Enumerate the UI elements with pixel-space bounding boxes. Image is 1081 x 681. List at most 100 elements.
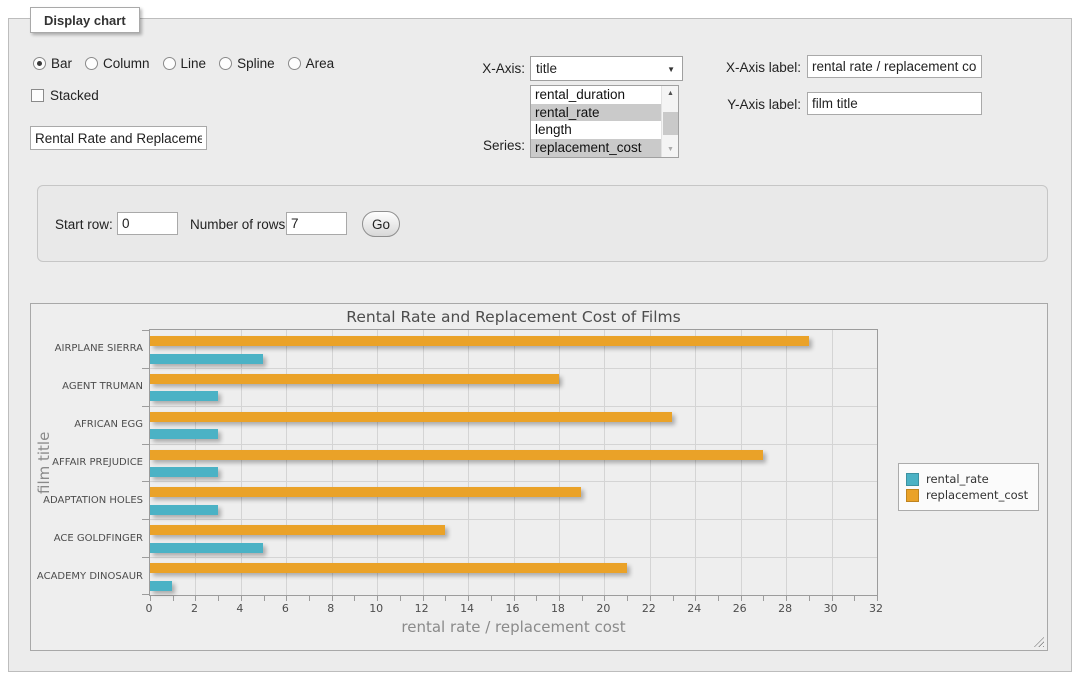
gridline bbox=[559, 330, 560, 595]
y-axis-tick bbox=[142, 481, 149, 482]
chart-type-label: Line bbox=[181, 56, 207, 71]
gridline bbox=[695, 330, 696, 595]
bar-rental_rate bbox=[150, 429, 218, 439]
legend-swatch-icon bbox=[906, 489, 919, 502]
x-axis-label-field-label: X-Axis label: bbox=[688, 60, 801, 75]
series-option[interactable]: length bbox=[531, 121, 661, 139]
radio-icon bbox=[288, 57, 301, 70]
category-label: AFFAIR PREJUDICE bbox=[28, 444, 143, 482]
scroll-up-icon[interactable]: ▲ bbox=[662, 86, 679, 101]
chart-type-option-spline[interactable]: Spline bbox=[219, 56, 275, 71]
chart-type-option-column[interactable]: Column bbox=[85, 56, 150, 71]
x-axis-tick bbox=[286, 596, 287, 601]
y-axis-tick bbox=[142, 444, 149, 445]
chart-type-radio-group: Bar Column Line Spline Area bbox=[33, 56, 334, 71]
x-axis-tick bbox=[854, 596, 855, 601]
category-label: AIRPLANE SIERRA bbox=[28, 330, 143, 368]
x-axis-tick-label: 30 bbox=[824, 602, 838, 615]
legend-item: rental_rate bbox=[906, 472, 1028, 486]
stacked-checkbox[interactable]: Stacked bbox=[31, 88, 99, 103]
x-axis-tick-label: 16 bbox=[506, 602, 520, 615]
legend-item: replacement_cost bbox=[906, 488, 1028, 502]
x-axis-tick bbox=[741, 596, 742, 601]
x-axis-tick bbox=[377, 596, 378, 601]
x-axis-tick bbox=[627, 596, 628, 601]
bar-replacement_cost bbox=[150, 487, 581, 497]
x-axis-tick-labels: 02468101214161820222426283032 bbox=[149, 602, 878, 616]
series-listbox[interactable]: rental_durationrental_ratelengthreplacem… bbox=[530, 85, 679, 158]
chart-type-option-line[interactable]: Line bbox=[163, 56, 207, 71]
gridline bbox=[468, 330, 469, 595]
chart-type-option-bar[interactable]: Bar bbox=[33, 56, 72, 71]
gridline bbox=[650, 330, 651, 595]
category-label: ACE GOLDFINGER bbox=[28, 519, 143, 557]
x-axis-tick-label: 22 bbox=[642, 602, 656, 615]
legend-label: replacement_cost bbox=[926, 488, 1028, 502]
chart-title-input[interactable] bbox=[30, 126, 207, 150]
x-axis-select-value: title bbox=[536, 61, 557, 76]
x-axis-tick-label: 20 bbox=[596, 602, 610, 615]
y-axis-label-input[interactable] bbox=[807, 92, 982, 115]
y-axis-tick bbox=[142, 594, 149, 595]
x-axis-label-input[interactable] bbox=[807, 55, 982, 78]
gridline bbox=[150, 481, 877, 482]
bar-rental_rate bbox=[150, 581, 172, 591]
x-axis-tick bbox=[150, 596, 151, 601]
series-option[interactable]: rental_duration bbox=[531, 86, 661, 104]
radio-icon bbox=[85, 57, 98, 70]
x-axis-title: rental rate / replacement cost bbox=[149, 618, 878, 636]
series-option[interactable]: replacement_cost bbox=[531, 139, 661, 157]
series-option[interactable]: rental_rate bbox=[531, 104, 661, 122]
radio-icon bbox=[219, 57, 232, 70]
x-axis-tick bbox=[786, 596, 787, 601]
bar-replacement_cost bbox=[150, 450, 763, 460]
y-axis-tick bbox=[142, 406, 149, 407]
y-axis-tick bbox=[142, 519, 149, 520]
bar-replacement_cost bbox=[150, 563, 627, 573]
x-axis-tick bbox=[582, 596, 583, 601]
start-row-input[interactable] bbox=[117, 212, 178, 235]
radio-icon bbox=[163, 57, 176, 70]
x-axis-tick-label: 2 bbox=[191, 602, 198, 615]
y-axis-label-field-label: Y-Axis label: bbox=[688, 97, 801, 112]
chart-type-label: Column bbox=[103, 56, 150, 71]
chart-title: Rental Rate and Replacement Cost of Film… bbox=[149, 308, 878, 326]
gridline bbox=[150, 368, 877, 369]
bar-rental_rate bbox=[150, 391, 218, 401]
x-axis-tick bbox=[604, 596, 605, 601]
x-axis-tick bbox=[650, 596, 651, 601]
start-row-label: Start row: bbox=[55, 217, 113, 232]
x-axis-tick bbox=[195, 596, 196, 601]
gridline bbox=[150, 519, 877, 520]
chart-type-label: Area bbox=[306, 56, 335, 71]
x-axis-tick bbox=[559, 596, 560, 601]
go-button[interactable]: Go bbox=[362, 211, 400, 237]
resize-grip-icon[interactable] bbox=[1034, 637, 1044, 647]
category-label: AGENT TRUMAN bbox=[28, 368, 143, 406]
scroll-down-icon[interactable]: ▼ bbox=[662, 142, 679, 157]
x-axis-tick bbox=[423, 596, 424, 601]
gridline bbox=[195, 330, 196, 595]
x-axis-tick bbox=[673, 596, 674, 601]
x-axis-tick-label: 10 bbox=[369, 602, 383, 615]
x-axis-tick-label: 6 bbox=[282, 602, 289, 615]
checkbox-icon bbox=[31, 89, 44, 102]
x-axis-select[interactable]: title ▼ bbox=[530, 56, 683, 81]
scrollbar-thumb[interactable] bbox=[663, 112, 678, 135]
num-rows-input[interactable] bbox=[286, 212, 347, 235]
gridline bbox=[150, 406, 877, 407]
x-axis-tick bbox=[491, 596, 492, 601]
page: Display chart Bar Column Line Spline Are… bbox=[0, 0, 1081, 681]
x-axis-tick bbox=[695, 596, 696, 601]
dropdown-arrow-icon: ▼ bbox=[667, 65, 675, 74]
gridline bbox=[241, 330, 242, 595]
category-label: ADAPTATION HOLES bbox=[28, 481, 143, 519]
chart-type-label: Bar bbox=[51, 56, 72, 71]
listbox-scrollbar[interactable]: ▲ ▼ bbox=[661, 86, 678, 157]
x-axis-tick bbox=[514, 596, 515, 601]
radio-icon bbox=[33, 57, 46, 70]
chart-type-option-area[interactable]: Area bbox=[288, 56, 335, 71]
legend-label: rental_rate bbox=[926, 472, 989, 486]
x-axis-tick bbox=[718, 596, 719, 601]
x-axis-tick bbox=[309, 596, 310, 601]
